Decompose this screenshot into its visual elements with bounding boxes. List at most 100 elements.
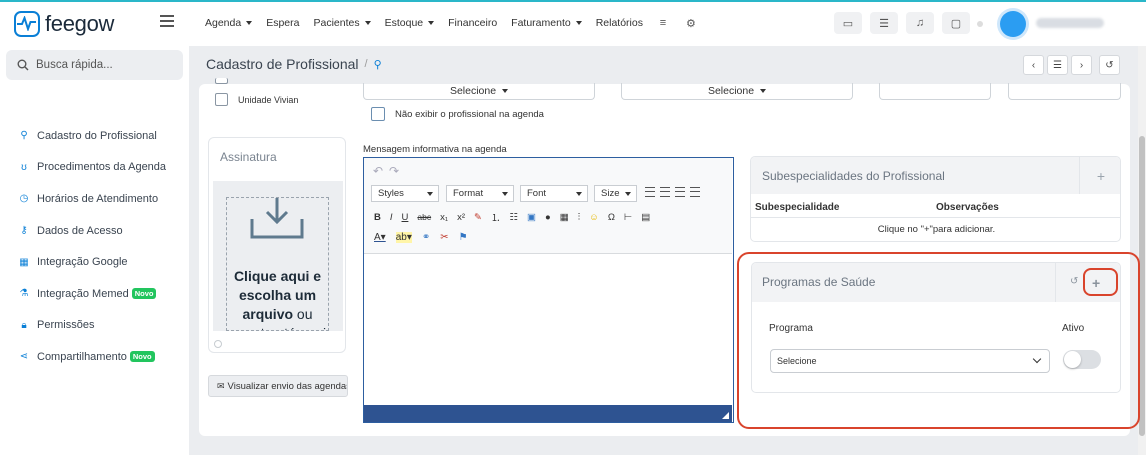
field-partial-1[interactable] [879, 83, 991, 100]
caret-down-icon [246, 21, 253, 25]
inbox-icon[interactable]: ▭ [834, 12, 862, 34]
align-buttons[interactable] [645, 187, 700, 197]
add-subspecialty-button[interactable]: + [1079, 157, 1120, 194]
smiley-icon[interactable]: ☺ [589, 212, 599, 223]
gear-icon[interactable]: ⚙ [685, 17, 697, 30]
table-icon[interactable]: ▦ [560, 212, 569, 223]
hr-icon[interactable]: ⫶ [578, 212, 580, 223]
font-combo[interactable]: Font [520, 185, 588, 202]
previous-button[interactable]: ‹ [1023, 55, 1044, 75]
no-display-option[interactable]: Não exibir o profissional na agenda [371, 107, 544, 121]
search-input[interactable] [36, 59, 176, 71]
message-editor[interactable]: ↶↷ Styles Format Font Size B I U abc x₁ … [363, 157, 734, 423]
caret-down-icon [760, 89, 767, 93]
database-icon[interactable]: ≡ [657, 17, 669, 29]
sidebar-item-compartilhamento[interactable]: ⋖ Compartilhamento Novo [18, 341, 166, 373]
undo-redo-icons[interactable]: ↶↷ [373, 164, 405, 178]
bullet-list-icon[interactable]: ☷ [509, 212, 518, 223]
unlink-icon[interactable]: ✂ [440, 232, 448, 243]
sidebar-item-integracao-google[interactable]: ▦ Integração Google [18, 246, 166, 278]
sidebar-item-horarios[interactable]: ◷ Horários de Atendimento [18, 183, 166, 215]
envelope-icon: ✉ [217, 380, 225, 391]
format-combo[interactable]: Format [446, 185, 514, 202]
select-right[interactable]: Selecione [621, 83, 853, 100]
signature-title: Assinatura [220, 150, 277, 164]
history-button[interactable]: ↺ [1099, 55, 1120, 75]
editor-footer [364, 405, 732, 422]
menu-toggle-icon[interactable] [160, 15, 174, 29]
clear-format-icon[interactable]: ✎ [474, 212, 482, 223]
image-icon[interactable]: ▣ [527, 212, 536, 223]
bg-color-icon[interactable]: ab▾ [395, 232, 412, 243]
page-title: Cadastro de Profissional [206, 56, 359, 72]
nav-estoque[interactable]: Estoque [385, 17, 435, 29]
nav-faturamento[interactable]: Faturamento [511, 17, 582, 29]
active-toggle[interactable] [1063, 350, 1101, 369]
view-schedule-send-button[interactable]: ✉ Visualizar envio das agendas [208, 375, 348, 397]
key-icon: ⚷ [20, 225, 28, 237]
sidebar-item-dados-acesso[interactable]: ⚷ Dados de Acesso [18, 215, 166, 247]
chat-icon[interactable]: ▢ [942, 12, 970, 34]
unit-checkbox-vivian[interactable]: Unidade Vivian [215, 93, 298, 106]
signature-dropzone[interactable]: Clique aqui e escolha um arquivo ou arra… [213, 181, 343, 331]
caret-down-icon [502, 89, 509, 93]
justify-icon[interactable] [690, 187, 700, 197]
flag-icon[interactable]: ⚑ [459, 232, 468, 243]
signature-radio[interactable] [214, 340, 222, 348]
nav-label: Financeiro [448, 17, 498, 29]
checkbox[interactable] [215, 78, 228, 84]
avatar[interactable] [1000, 11, 1026, 37]
checkbox[interactable] [215, 93, 228, 106]
align-left-icon[interactable] [645, 187, 655, 197]
underline-button[interactable]: U [402, 212, 409, 223]
bold-button[interactable]: B [374, 212, 381, 223]
subscript-button[interactable]: x₁ [440, 212, 448, 223]
align-center-icon[interactable] [660, 187, 670, 197]
select-left[interactable]: Selecione [363, 83, 595, 100]
scrollbar-thumb[interactable] [1139, 136, 1145, 436]
active-column-header: Ativo [1062, 323, 1085, 334]
nav-espera[interactable]: Espera [266, 17, 299, 29]
pagebreak-icon[interactable]: ⊢ [624, 212, 632, 223]
bell-icon[interactable]: ♫ [906, 12, 934, 34]
editor-toolbar: ↶↷ Styles Format Font Size B I U abc x₁ … [364, 158, 732, 254]
list-icon[interactable]: ☰ [870, 12, 898, 34]
sidebar-item-permissoes[interactable]: 🔒︎ Permissões [18, 310, 166, 342]
preview-icon[interactable]: ▤ [641, 212, 650, 223]
omega-icon[interactable]: Ω [608, 212, 615, 223]
size-combo[interactable]: Size [594, 185, 637, 202]
sidebar-item-label: Procedimentos da Agenda [37, 161, 167, 174]
italic-button[interactable]: I [390, 212, 393, 223]
program-select[interactable]: Selecione [770, 349, 1050, 373]
sidebar-item-procedimentos[interactable]: ʊ Procedimentos da Agenda [18, 152, 166, 184]
nav-relatorios[interactable]: Relatórios [596, 17, 643, 29]
flash-icon[interactable]: ● [545, 212, 551, 223]
no-display-label: Não exibir o profissional na agenda [395, 108, 544, 120]
subspecialties-header: Subespecialidades do Profissional + [751, 157, 1120, 194]
numbered-list-icon[interactable]: ⒈ [491, 210, 501, 224]
divider [751, 217, 1120, 218]
dropzone-border[interactable]: Clique aqui e escolha um arquivo ou arra… [226, 197, 329, 331]
stethoscope-icon: ʊ [21, 161, 27, 173]
nav-pacientes[interactable]: Pacientes [313, 17, 371, 29]
sidebar-item-cadastro[interactable]: ⚲ Cadastro do Profissional [18, 120, 166, 152]
nav-financeiro[interactable]: Financeiro [448, 17, 497, 29]
add-program-button[interactable]: + [1092, 275, 1100, 291]
feegow-logo[interactable]: feegow [14, 10, 114, 38]
superscript-button[interactable]: x² [457, 212, 465, 223]
unit-checkbox-partial[interactable] [215, 78, 238, 84]
styles-combo[interactable]: Styles [371, 185, 439, 202]
page-scrollbar[interactable] [1138, 46, 1146, 455]
sidebar: ⚲ Cadastro do Profissional ʊ Procedimentos… [0, 46, 189, 455]
strike-button[interactable]: abc [417, 212, 431, 222]
next-button[interactable]: › [1071, 55, 1092, 75]
text-color-icon[interactable]: A▾ [374, 232, 386, 243]
history-icon[interactable]: ↺ [1070, 276, 1078, 287]
link-icon[interactable]: ⚭ [422, 232, 430, 243]
nav-agenda[interactable]: Agenda [205, 17, 253, 29]
align-right-icon[interactable] [675, 187, 685, 197]
field-partial-2[interactable] [1008, 83, 1121, 100]
no-display-checkbox[interactable] [371, 107, 385, 121]
sidebar-item-integracao-memed[interactable]: ⚗ Integração Memed Novo [18, 278, 166, 310]
list-button[interactable]: ☰ [1047, 55, 1068, 75]
